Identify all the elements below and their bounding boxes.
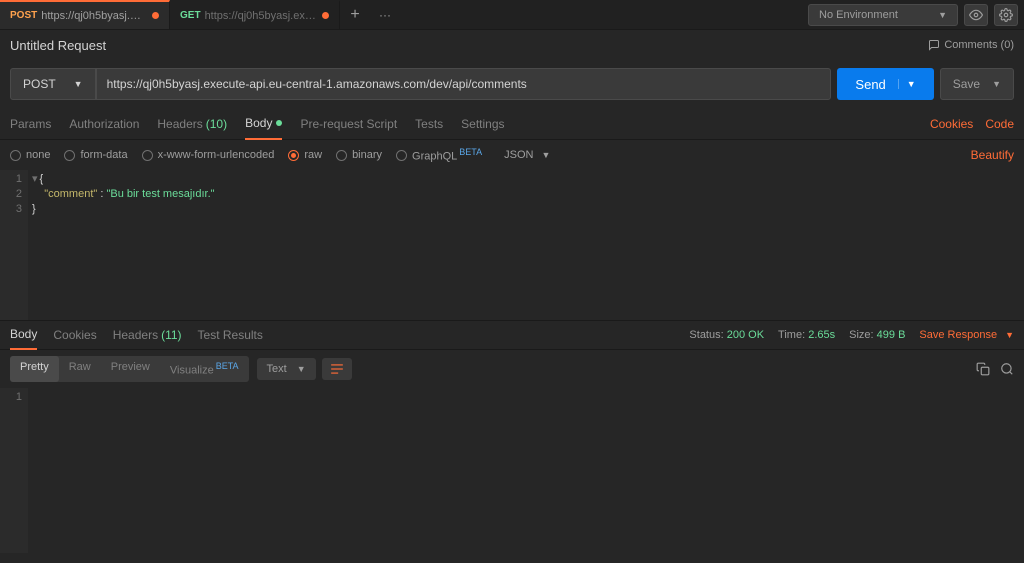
request-body-editor[interactable]: 1 2 3 ▾{ "comment" : "Bu bir test mesajı… <box>0 170 1024 320</box>
request-tab-1[interactable]: POST https://qj0h5byasj.execute-api... <box>0 0 170 29</box>
body-type-binary[interactable]: binary <box>336 149 382 161</box>
copy-icon <box>976 362 990 376</box>
response-tab-headers[interactable]: Headers (11) <box>113 320 182 350</box>
view-visualize[interactable]: VisualizeBETA <box>160 356 249 382</box>
request-tab-2[interactable]: GET https://qj0h5byasj.execute-api... <box>170 0 340 29</box>
radio-checked-icon <box>288 150 299 161</box>
tab-title: https://qj0h5byasj.execute-api... <box>205 10 316 22</box>
body-format-select[interactable]: JSON ▼ <box>504 149 550 161</box>
body-type-none[interactable]: none <box>10 149 50 161</box>
tab-params[interactable]: Params <box>10 108 51 140</box>
tab-authorization[interactable]: Authorization <box>69 108 139 140</box>
response-tab-cookies[interactable]: Cookies <box>53 320 96 350</box>
send-button[interactable]: Send ▼ <box>837 68 933 100</box>
chevron-down-icon: ▼ <box>1005 330 1014 340</box>
line-gutter: 1 2 3 <box>0 170 28 320</box>
response-size: Size: 499 B <box>849 329 905 341</box>
fold-icon[interactable]: ▾ <box>32 173 38 185</box>
url-input[interactable] <box>96 68 832 100</box>
view-raw[interactable]: Raw <box>59 356 101 382</box>
request-name[interactable]: Untitled Request <box>10 38 106 53</box>
cookies-link[interactable]: Cookies <box>930 117 973 131</box>
radio-icon <box>336 150 347 161</box>
unsaved-dot-icon <box>152 12 159 19</box>
view-pretty[interactable]: Pretty <box>10 356 59 382</box>
tab-strip: POST https://qj0h5byasj.execute-api... G… <box>0 0 802 29</box>
comment-icon <box>928 39 940 51</box>
response-format-select[interactable]: Text ▼ <box>257 358 316 380</box>
response-view-mode: Pretty Raw Preview VisualizeBETA <box>10 356 249 382</box>
response-tab-tests[interactable]: Test Results <box>198 320 263 350</box>
wrap-icon <box>330 363 344 375</box>
code-link[interactable]: Code <box>985 117 1014 131</box>
line-gutter: 1 <box>0 388 28 553</box>
body-type-raw[interactable]: raw <box>288 149 322 161</box>
chevron-down-icon[interactable]: ▼ <box>898 79 916 89</box>
save-response-button[interactable]: Save Response ▼ <box>919 329 1014 341</box>
tab-prerequest[interactable]: Pre-request Script <box>300 108 397 140</box>
tab-title: https://qj0h5byasj.execute-api... <box>41 10 146 22</box>
response-status: Status: 200 OK <box>689 329 764 341</box>
body-type-urlencoded[interactable]: x-www-form-urlencoded <box>142 149 275 161</box>
tab-method-label: POST <box>10 10 37 21</box>
method-select[interactable]: POST ▼ <box>10 68 96 100</box>
chevron-down-icon: ▼ <box>541 150 550 160</box>
environment-label: No Environment <box>819 9 898 21</box>
tab-settings[interactable]: Settings <box>461 108 504 140</box>
environment-quicklook-button[interactable] <box>964 4 988 26</box>
chevron-down-icon: ▼ <box>938 10 947 20</box>
response-time: Time: 2.65s <box>778 329 835 341</box>
wrap-lines-button[interactable] <box>322 358 352 380</box>
environment-select[interactable]: No Environment ▼ <box>808 4 958 26</box>
radio-icon <box>64 150 75 161</box>
tab-method-label: GET <box>180 10 201 21</box>
body-indicator-icon <box>276 120 282 126</box>
chevron-down-icon[interactable]: ▼ <box>992 79 1001 89</box>
new-tab-button[interactable]: + <box>340 0 370 29</box>
tab-overflow-button[interactable]: ··· <box>370 0 400 29</box>
settings-button[interactable] <box>994 4 1018 26</box>
unsaved-dot-icon <box>322 12 329 19</box>
radio-icon <box>396 150 407 161</box>
save-button[interactable]: Save ▼ <box>940 68 1014 100</box>
search-response-button[interactable] <box>1000 362 1014 376</box>
copy-response-button[interactable] <box>976 362 990 376</box>
body-type-graphql[interactable]: GraphQLBETA <box>396 147 482 163</box>
method-label: POST <box>23 77 56 91</box>
search-icon <box>1000 362 1014 376</box>
response-body-editor[interactable]: 1 <box>0 388 1024 553</box>
response-tab-body[interactable]: Body <box>10 320 37 350</box>
code-content[interactable]: ▾{ "comment" : "Bu bir test mesajıdır." … <box>28 170 1024 320</box>
radio-icon <box>142 150 153 161</box>
chevron-down-icon: ▼ <box>297 364 306 374</box>
tab-tests[interactable]: Tests <box>415 108 443 140</box>
code-content[interactable] <box>28 388 1024 553</box>
radio-icon <box>10 150 21 161</box>
beautify-button[interactable]: Beautify <box>971 148 1014 162</box>
chevron-down-icon: ▼ <box>74 79 83 89</box>
tab-body[interactable]: Body <box>245 108 282 140</box>
tab-headers[interactable]: Headers (10) <box>157 108 227 140</box>
view-preview[interactable]: Preview <box>101 356 160 382</box>
body-type-formdata[interactable]: form-data <box>64 149 127 161</box>
comments-button[interactable]: Comments (0) <box>928 39 1014 51</box>
